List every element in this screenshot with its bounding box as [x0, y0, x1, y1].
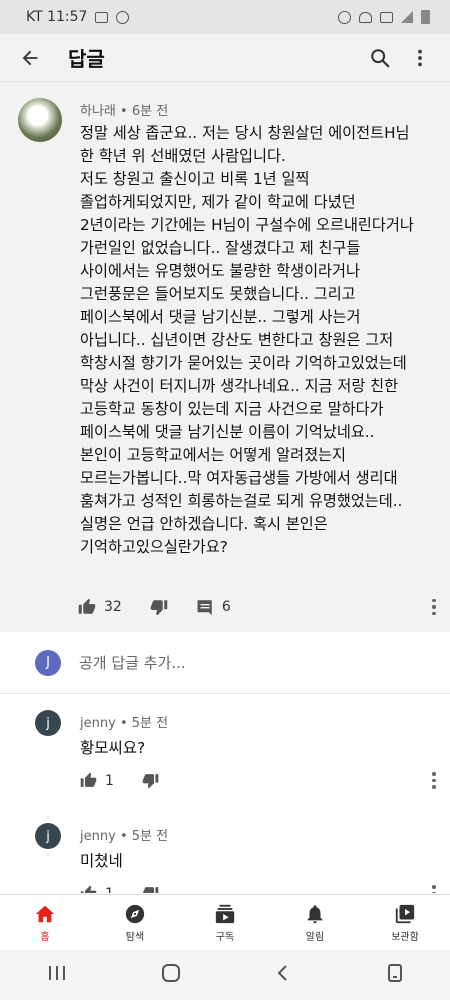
nav-explore-label: 탐색	[125, 931, 145, 943]
comment-author: 하나래	[80, 104, 116, 119]
main-comment: 하나래 • 6분 전 정말 세상 좁군요.. 저는 당시 창원살던 에이전트H님…	[0, 82, 450, 632]
avatar[interactable]	[18, 98, 62, 142]
like-count: 1	[105, 772, 114, 789]
thumb-down-icon	[150, 600, 168, 616]
reply-author: jenny	[80, 716, 116, 731]
bell-icon	[307, 904, 323, 923]
reply-actions: 1	[80, 772, 187, 789]
search-button[interactable]	[360, 38, 400, 78]
more-vert-icon	[418, 49, 422, 66]
home-square-icon	[161, 964, 180, 982]
back-system-button[interactable]	[273, 963, 293, 987]
comment-text: 정말 세상 좁군요.. 저는 당시 창원살던 에이전트H님 한 학년 위 선배였…	[80, 124, 414, 556]
gallery-notification-icon	[95, 11, 109, 23]
status-bar: KT 11:57	[0, 0, 450, 34]
nav-home-label: 홈	[40, 931, 50, 943]
like-count: 32	[104, 599, 122, 615]
reply-item: j jenny • 5분 전 황모씨요? 1	[0, 710, 450, 810]
nav-home[interactable]: 홈	[0, 903, 90, 943]
nav-notifications[interactable]: 알림	[270, 903, 360, 943]
battery-icon	[421, 10, 430, 24]
arrow-left-icon	[22, 50, 38, 65]
recents-icon	[49, 966, 66, 980]
comment-time: 6분 전	[131, 104, 169, 119]
system-navigation	[0, 950, 450, 1000]
search-icon	[371, 48, 390, 67]
page-title: 답글	[68, 47, 105, 71]
nav-subscriptions-label: 구독	[215, 931, 235, 943]
dislike-button[interactable]	[150, 598, 168, 616]
more-options-button[interactable]	[400, 38, 440, 78]
nav-library[interactable]: 보관함	[360, 903, 450, 943]
wifi-icon	[359, 11, 372, 23]
avatar[interactable]: j	[35, 823, 61, 849]
reply-more-button[interactable]	[432, 772, 436, 789]
recent-apps-button[interactable]	[46, 964, 68, 986]
app-bar: 답글	[0, 34, 450, 82]
bottom-navigation: 홈 탐색 구독 알림 보관함	[0, 894, 450, 950]
avatar[interactable]: j	[35, 710, 61, 736]
add-reply-row[interactable]: J 공개 답글 추가...	[0, 632, 450, 694]
back-button[interactable]	[10, 38, 50, 78]
comment-icon	[197, 600, 212, 616]
comment-actions: 32 6	[78, 594, 450, 620]
home-icon	[35, 905, 55, 922]
comment-meta: 하나래 • 6분 전	[80, 104, 169, 119]
subscriptions-icon	[215, 904, 235, 923]
reply-meta: jenny • 5분 전	[80, 829, 169, 844]
reply-count: 6	[221, 599, 231, 615]
dislike-button[interactable]	[142, 885, 159, 893]
thumb-down-icon	[142, 774, 159, 789]
like-count: 1	[105, 886, 114, 894]
nav-subscriptions[interactable]: 구독	[180, 903, 270, 943]
screen-rotate-button[interactable]	[386, 963, 404, 987]
reply-more-button[interactable]	[432, 885, 436, 893]
reply-meta: jenny • 5분 전	[80, 716, 169, 731]
reply-count-button[interactable]: 6	[196, 598, 231, 616]
like-button[interactable]: 1	[80, 885, 114, 893]
reply-actions: 1	[80, 885, 187, 893]
nav-library-label: 보관함	[391, 931, 419, 943]
thumb-up-icon	[80, 772, 97, 787]
dislike-button[interactable]	[142, 772, 159, 789]
thumb-up-icon	[78, 598, 96, 614]
app-notification-icon	[116, 10, 130, 24]
alarm-icon	[338, 10, 351, 24]
signal-icon	[401, 11, 413, 23]
comment-more-button[interactable]	[432, 598, 436, 616]
reply-time: 5분 전	[131, 829, 169, 844]
carrier-time: KT 11:57	[26, 9, 88, 25]
chevron-left-icon	[277, 965, 287, 981]
hd-icon	[380, 11, 393, 23]
reply-text: 미쳤네	[80, 852, 123, 870]
thumb-down-icon	[142, 887, 159, 893]
reply-text: 황모씨요?	[80, 739, 146, 757]
reply-input[interactable]: 공개 답글 추가...	[79, 652, 186, 673]
reply-author: jenny	[80, 829, 116, 844]
like-button[interactable]: 1	[80, 772, 114, 789]
user-avatar: J	[35, 649, 61, 676]
library-icon	[395, 904, 415, 923]
like-button[interactable]: 32	[78, 598, 122, 616]
thumb-up-icon	[80, 885, 97, 893]
rotate-icon	[387, 964, 402, 982]
reply-item: j jenny • 5분 전 미쳤네 1	[0, 823, 450, 893]
reply-time: 5분 전	[131, 716, 169, 731]
home-system-button[interactable]	[161, 963, 181, 987]
explore-icon	[125, 904, 145, 923]
nav-notifications-label: 알림	[305, 931, 325, 943]
nav-explore[interactable]: 탐색	[90, 903, 180, 943]
